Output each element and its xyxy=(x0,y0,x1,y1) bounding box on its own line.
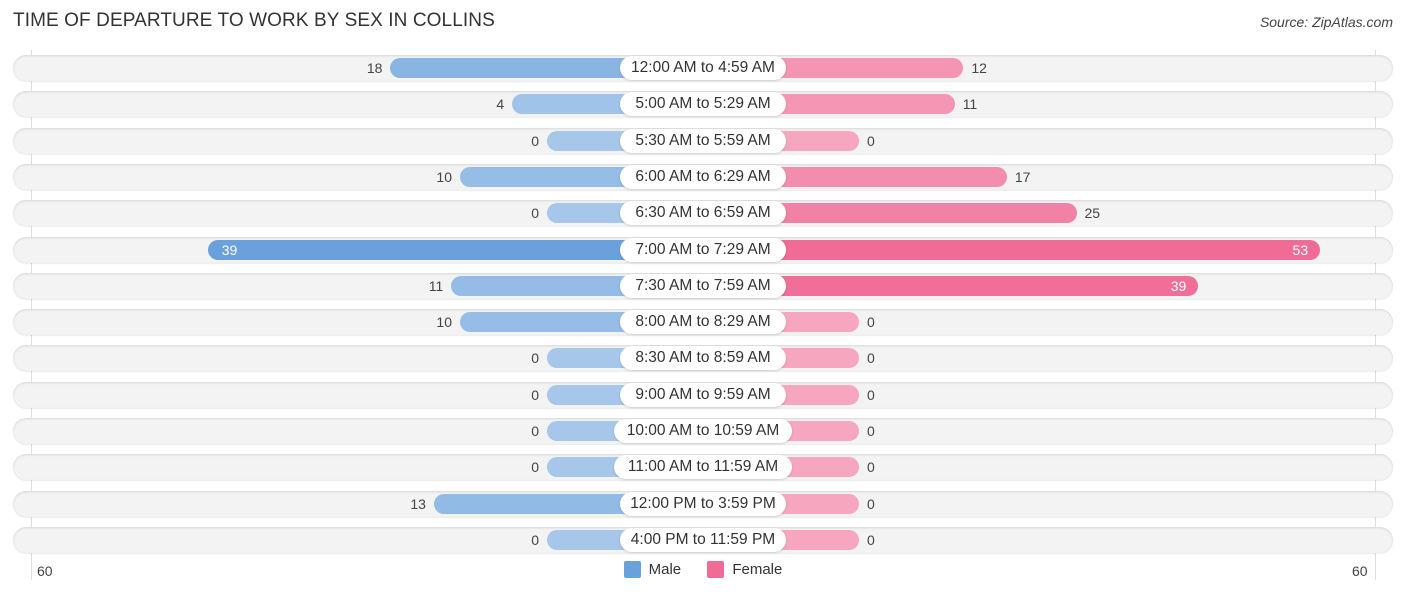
female-value-label: 17 xyxy=(1014,168,1031,185)
female-value-label: 0 xyxy=(867,495,875,512)
category-label: 6:30 AM to 6:59 AM xyxy=(620,201,786,226)
category-label: 9:00 AM to 9:59 AM xyxy=(620,382,786,407)
category-label: 10:00 AM to 10:59 AM xyxy=(614,419,792,443)
category-label: 7:00 AM to 7:29 AM xyxy=(620,237,786,262)
category-label: 8:00 AM to 8:29 AM xyxy=(620,310,786,335)
male-value-label: 0 xyxy=(531,205,539,222)
category-label: 5:00 AM to 5:29 AM xyxy=(620,92,786,117)
category-label: 7:30 AM to 7:59 AM xyxy=(620,273,786,298)
male-value-label: 0 xyxy=(531,386,539,403)
male-value-label: 0 xyxy=(531,132,539,149)
male-value-label: 0 xyxy=(531,423,539,439)
male-value-label: 10 xyxy=(436,314,452,331)
male-value-label: 18 xyxy=(366,60,383,76)
legend-item-male[interactable]: Male xyxy=(623,561,682,578)
female-value-label: 0 xyxy=(867,132,875,149)
male-value-label: 10 xyxy=(436,168,452,185)
category-label: 5:30 AM to 5:59 AM xyxy=(620,128,786,153)
female-value-label: 53 xyxy=(1292,241,1309,258)
legend-label-male: Male xyxy=(648,561,682,578)
category-label: 12:00 AM to 4:59 AM xyxy=(620,56,786,80)
female-value-label: 0 xyxy=(867,386,875,403)
male-value-label: 11 xyxy=(428,277,444,294)
category-label: 11:00 AM to 11:59 AM xyxy=(614,455,792,480)
female-value-label: 12 xyxy=(971,60,987,76)
female-value-label: 0 xyxy=(867,314,875,331)
female-value-label: 0 xyxy=(867,531,875,548)
chart-root: TIME OF DEPARTURE TO WORK BY SEX IN COLL… xyxy=(0,0,1406,594)
category-label: 6:00 AM to 6:29 AM xyxy=(620,164,786,189)
legend: Male Female xyxy=(0,561,1406,582)
category-label: 12:00 PM to 3:59 PM xyxy=(620,491,786,516)
male-value-label: 39 xyxy=(221,241,238,258)
male-value-label: 0 xyxy=(531,350,539,367)
legend-label-female: Female xyxy=(732,561,783,578)
male-value-label: 0 xyxy=(531,531,539,548)
male-value-label: 0 xyxy=(531,459,539,476)
male-swatch-icon xyxy=(623,561,641,578)
female-value-label: 0 xyxy=(867,459,875,476)
category-label: 8:30 AM to 8:59 AM xyxy=(620,346,786,371)
male-value-label: 13 xyxy=(410,495,426,512)
source-label: Source: ZipAtlas.com xyxy=(1259,14,1393,30)
female-value-label: 0 xyxy=(867,350,875,367)
female-swatch-icon xyxy=(707,561,725,578)
chart-title: TIME OF DEPARTURE TO WORK BY SEX IN COLL… xyxy=(13,10,495,31)
female-value-label: 0 xyxy=(867,423,875,439)
female-value-label: 25 xyxy=(1084,205,1101,222)
category-label: 4:00 PM to 11:59 PM xyxy=(620,527,786,552)
female-bar[interactable] xyxy=(703,239,1321,260)
female-value-label: 11 xyxy=(962,96,978,113)
male-value-label: 4 xyxy=(496,96,505,113)
female-value-label: 39 xyxy=(1170,277,1187,294)
legend-item-female[interactable]: Female xyxy=(707,561,782,578)
